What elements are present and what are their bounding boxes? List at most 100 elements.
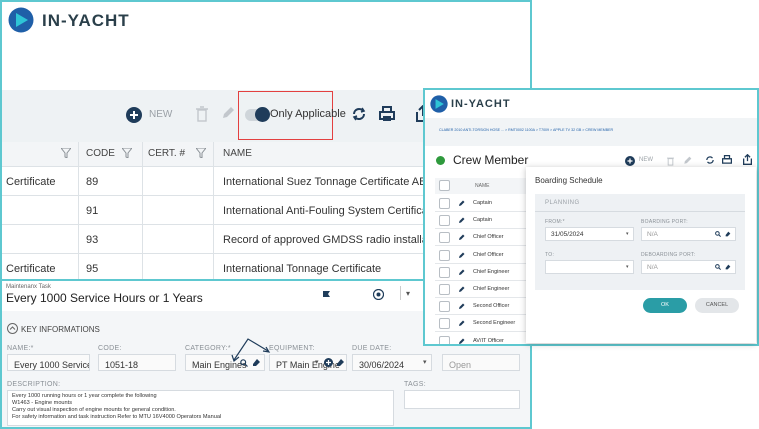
crew-row[interactable]: Captain bbox=[435, 196, 530, 212]
row-checkbox[interactable] bbox=[439, 232, 450, 244]
boarding-schedule-dialog: Boarding Schedule PLANNING FROM:* BOARDI… bbox=[526, 167, 756, 343]
crew-role: Captain bbox=[473, 200, 492, 206]
row-checkbox[interactable] bbox=[439, 284, 450, 295]
new-button[interactable]: NEW bbox=[149, 109, 172, 120]
column-header-name[interactable]: NAME bbox=[475, 183, 489, 189]
row-checkbox[interactable] bbox=[439, 249, 450, 261]
crew-row[interactable]: Chief Officer bbox=[435, 248, 530, 264]
print-icon[interactable] bbox=[722, 155, 732, 165]
crew-row[interactable]: Second Engineer bbox=[435, 316, 530, 333]
boarding-port-value: N/A bbox=[647, 231, 658, 238]
pencil-icon[interactable] bbox=[683, 156, 692, 165]
only-applicable-label: Only Applicable bbox=[270, 108, 346, 120]
brand-name: IN-YACHT bbox=[451, 98, 511, 110]
eraser-icon[interactable] bbox=[725, 231, 731, 237]
pencil-icon[interactable] bbox=[458, 338, 465, 345]
boarding-port-field[interactable]: N/A bbox=[641, 227, 736, 241]
crew-row[interactable]: Captain bbox=[435, 213, 530, 230]
export-icon[interactable] bbox=[743, 154, 752, 165]
table-cell: 89 bbox=[86, 176, 99, 188]
row-checkbox[interactable] bbox=[439, 335, 450, 344]
ok-button-label: OK bbox=[661, 302, 669, 308]
pencil-icon[interactable] bbox=[458, 286, 465, 293]
table-cell[interactable]: International Suez Tonnage Certificate A… bbox=[223, 176, 434, 188]
table-cell: 95 bbox=[86, 263, 99, 275]
chevron-down-icon[interactable]: ▾ bbox=[626, 264, 629, 270]
crew-role: Captain bbox=[473, 217, 492, 224]
pencil-icon[interactable] bbox=[458, 269, 465, 276]
brand-logo-icon bbox=[430, 95, 448, 113]
filter-icon[interactable] bbox=[61, 148, 71, 158]
crew-title: Crew Member bbox=[453, 153, 529, 167]
pencil-icon[interactable] bbox=[458, 234, 465, 241]
plus-circle-icon[interactable] bbox=[625, 156, 635, 166]
crew-row[interactable]: Chief Engineer bbox=[435, 265, 530, 281]
deboarding-port-value: N/A bbox=[647, 264, 658, 271]
row-checkbox[interactable] bbox=[439, 301, 450, 313]
crew-role: Second Officer bbox=[473, 303, 510, 310]
column-header-cert-number[interactable]: CERT. # bbox=[148, 148, 185, 159]
column-header-code[interactable]: CODE bbox=[86, 148, 115, 159]
crew-row[interactable]: Second Officer bbox=[435, 299, 530, 316]
trash-icon[interactable] bbox=[196, 106, 208, 122]
eraser-icon[interactable] bbox=[725, 264, 731, 270]
search-icon[interactable] bbox=[715, 231, 721, 237]
row-checkbox[interactable] bbox=[439, 198, 450, 209]
planning-title: PLANNING bbox=[545, 200, 580, 206]
boarding-port-label: BOARDING PORT: bbox=[641, 219, 688, 225]
table-cell: 91 bbox=[86, 205, 99, 217]
column-divider bbox=[78, 142, 79, 279]
crew-role: Chief Officer bbox=[473, 251, 504, 258]
from-label: FROM:* bbox=[545, 219, 565, 225]
pencil-icon[interactable] bbox=[458, 200, 465, 207]
pencil-icon[interactable] bbox=[458, 252, 465, 259]
chevron-down-icon[interactable]: ▾ bbox=[626, 231, 629, 237]
table-cell: Certificate bbox=[6, 263, 56, 275]
refresh-icon[interactable] bbox=[351, 106, 367, 122]
crew-row[interactable]: AV/IT Officer bbox=[435, 334, 530, 345]
row-checkbox[interactable] bbox=[439, 215, 450, 227]
crew-toolbar-strip: CLABER 2010 ANTI-TORSION HOSE ... > RMT0… bbox=[425, 118, 757, 146]
pencil-icon[interactable] bbox=[458, 320, 465, 327]
app-header: IN-YACHT bbox=[2, 2, 530, 90]
planning-section: PLANNING FROM:* BOARDING PORT: 31/05/202… bbox=[535, 194, 745, 290]
from-date-field[interactable]: 31/05/2024 bbox=[545, 227, 634, 241]
new-button[interactable]: NEW bbox=[639, 157, 653, 163]
crew-row[interactable]: Chief Engineer bbox=[435, 282, 530, 298]
filter-icon[interactable] bbox=[122, 148, 132, 158]
brand-logo-icon bbox=[8, 7, 34, 33]
search-icon[interactable] bbox=[715, 264, 721, 270]
breadcrumb[interactable]: CLABER 2010 ANTI-TORSION HOSE ... > RMT0… bbox=[439, 128, 613, 132]
crew-role: Second Engineer bbox=[473, 320, 516, 327]
table-cell[interactable]: International Tonnage Certificate bbox=[223, 263, 381, 275]
crew-role: Chief Engineer bbox=[473, 268, 510, 275]
pencil-icon[interactable] bbox=[221, 106, 235, 120]
ok-button[interactable]: OK bbox=[643, 298, 687, 313]
column-header-name[interactable]: NAME bbox=[223, 148, 252, 159]
crew-role: Chief Engineer bbox=[473, 286, 510, 292]
dialog-title: Boarding Schedule bbox=[535, 176, 603, 185]
table-cell: 93 bbox=[86, 234, 99, 246]
crew-role: AV/IT Officer bbox=[473, 337, 504, 344]
section-divider bbox=[535, 211, 745, 212]
cancel-button[interactable]: CANCEL bbox=[695, 298, 739, 313]
print-icon[interactable] bbox=[379, 106, 395, 122]
trash-icon[interactable] bbox=[667, 156, 674, 166]
row-checkbox[interactable] bbox=[439, 266, 450, 278]
deboarding-port-field[interactable]: N/A bbox=[641, 260, 736, 274]
column-divider bbox=[213, 142, 214, 279]
to-date-field[interactable] bbox=[545, 260, 634, 274]
row-checkbox[interactable] bbox=[439, 318, 450, 330]
crew-row[interactable]: Chief Officer bbox=[435, 230, 530, 247]
select-all-checkbox[interactable] bbox=[439, 180, 450, 191]
brand-name: IN-YACHT bbox=[42, 11, 130, 30]
pencil-icon[interactable] bbox=[458, 217, 465, 224]
from-date-value: 31/05/2024 bbox=[551, 231, 584, 238]
cancel-button-label: CANCEL bbox=[705, 302, 729, 308]
plus-circle-icon[interactable] bbox=[126, 107, 142, 123]
crew-table-header: NAME bbox=[435, 178, 530, 194]
pencil-icon[interactable] bbox=[458, 303, 465, 310]
to-label: TO: bbox=[545, 252, 555, 258]
refresh-icon[interactable] bbox=[705, 155, 715, 165]
filter-icon[interactable] bbox=[196, 148, 206, 158]
